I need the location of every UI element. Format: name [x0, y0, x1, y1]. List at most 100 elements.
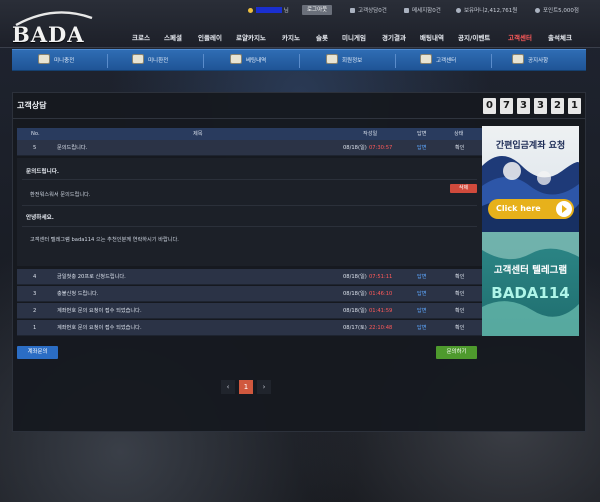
- row-date: 08/18(일): [343, 308, 367, 314]
- divider: [22, 179, 477, 180]
- answer-body: 고객센터 텔레그램 bada114 으는 추천인분께 연락하시기 바랍니다.: [30, 237, 179, 243]
- page-title: 고객상담: [17, 101, 47, 110]
- subnav-bet-history[interactable]: 베팅내역: [230, 50, 266, 72]
- row-no: 2: [33, 308, 37, 314]
- answer-title: 안녕하세요.: [26, 215, 54, 221]
- counter-digit: 3: [534, 98, 547, 114]
- inquiry-link[interactable]: 고객상담0건: [350, 6, 387, 14]
- telegram-banner[interactable]: 고객센터 텔레그램 BADA114: [482, 232, 579, 336]
- col-no: No.: [31, 131, 40, 137]
- row-time: 07:51:11: [369, 274, 393, 280]
- deposit-account-banner[interactable]: 간편입금계좌 요청 Click here: [482, 126, 579, 232]
- row-reply: 답변: [417, 145, 427, 151]
- row-subject[interactable]: 문의드립니다.: [57, 140, 87, 156]
- col-date: 작성일: [363, 131, 378, 137]
- col-reply: 답변: [417, 131, 427, 137]
- prev-page-button[interactable]: ‹: [221, 380, 235, 394]
- delete-button[interactable]: 삭제: [450, 184, 477, 193]
- betslip-icon: [230, 54, 242, 64]
- support-icon: [420, 54, 432, 64]
- nav-special[interactable]: 스페셜: [164, 32, 182, 42]
- subnav-divider: [395, 54, 396, 68]
- col-status: 상태: [454, 131, 464, 137]
- nav-attendance[interactable]: 출석체크: [548, 32, 572, 42]
- nav-minigame[interactable]: 미니게임: [342, 32, 366, 42]
- message-count: 메세지함0건: [412, 8, 441, 14]
- nav-bet-history[interactable]: 배팅내역: [420, 32, 444, 42]
- subnav-label: 회원정보: [342, 58, 363, 64]
- row-time: 01:46:10: [369, 291, 393, 297]
- table-header: No. 제목 작성일 답변 상태: [17, 128, 482, 140]
- logout-button[interactable]: 로그아웃: [302, 5, 333, 15]
- row-reply: 답변: [417, 325, 427, 331]
- subnav-mini-exchange[interactable]: 미니환전: [132, 50, 168, 72]
- row-date: 08/18(일): [343, 291, 367, 297]
- nav-slot[interactable]: 슬롯: [316, 32, 328, 42]
- col-subject: 제목: [193, 131, 203, 137]
- points-display: 포인트5,000점: [535, 6, 579, 14]
- subnav-member-info[interactable]: 회원정보: [326, 50, 362, 72]
- click-here-label: Click here: [496, 204, 541, 213]
- balance-text: 보유머니2,412,761원: [464, 8, 518, 14]
- subnav-customer-center[interactable]: 고객센터: [420, 50, 456, 72]
- nav-results[interactable]: 경기결과: [382, 32, 406, 42]
- account-inquiry-button[interactable]: 계좌문의: [17, 346, 58, 359]
- subnav-mini-charge[interactable]: 미니충전: [38, 50, 74, 72]
- page-number[interactable]: 1: [239, 380, 253, 394]
- row-reply: 답변: [417, 308, 427, 314]
- sub-nav: 미니충전 미니환전 베팅내역 회원정보 고객센터 공지사항: [12, 49, 586, 71]
- subnav-label: 미니충전: [54, 58, 75, 64]
- row-subject[interactable]: 계좌번호 문의 요청이 접수 되었습니다.: [57, 320, 142, 336]
- message-link[interactable]: 메세지함0건: [404, 6, 441, 14]
- counter-digit: 3: [517, 98, 530, 114]
- nav-casino[interactable]: 카지노: [282, 32, 300, 42]
- row-no: 3: [33, 291, 37, 297]
- table-row[interactable]: 1 계좌번호 문의 요청이 접수 되었습니다. 08/17(토) 22:10:4…: [17, 320, 482, 336]
- mail-icon: [404, 8, 409, 13]
- row-date: 08/17(토): [343, 325, 367, 331]
- nav-royal-casino[interactable]: 로얄카지노: [236, 32, 266, 42]
- top-header: BADA 님 로그아웃 고객상담0건 메세지함0건 보유머니2,412,761원…: [0, 0, 600, 48]
- row-subject[interactable]: 계좌번호 문의 요청이 접수 되었습니다.: [57, 303, 142, 319]
- divider: [22, 226, 477, 227]
- panel-header: 고객상담 0 7 3 3 2 1: [13, 93, 585, 119]
- points-icon: [535, 8, 540, 13]
- balance-display: 보유머니2,412,761원: [456, 6, 517, 14]
- row-status: 확인: [455, 325, 465, 331]
- row-status: 확인: [455, 291, 465, 297]
- row-reply: 답변: [417, 274, 427, 280]
- counter-digit: 1: [568, 98, 581, 114]
- wallet-icon: [456, 8, 461, 13]
- table-row[interactable]: 4 금일첫충 20프로 신청드립니다. 08/18(일) 07:51:11 답변…: [17, 269, 482, 285]
- row-status: 확인: [455, 274, 465, 280]
- table-row-open[interactable]: 5 문의드립니다. 08/18(일) 07:30:57 답변 확인: [17, 140, 482, 156]
- banner-line1: 고객센터 텔레그램: [493, 265, 568, 276]
- table-row[interactable]: 2 계좌번호 문의 요청이 접수 되었습니다. 08/18(일) 01:41:5…: [17, 303, 482, 319]
- status-bar: 님 로그아웃 고객상담0건 메세지함0건 보유머니2,412,761원 포인트5…: [0, 4, 600, 16]
- subnav-label: 베팅내역: [246, 58, 267, 64]
- table-row[interactable]: 3 충불신청 드립니다. 08/18(일) 01:46:10 답변 확인: [17, 286, 482, 302]
- row-time: 22:10:48: [369, 325, 393, 331]
- row-subject[interactable]: 충불신청 드립니다.: [57, 286, 98, 302]
- next-page-button[interactable]: ›: [257, 380, 271, 394]
- nav-inplay[interactable]: 인플레이: [198, 32, 222, 42]
- click-here-button[interactable]: Click here: [488, 199, 574, 219]
- subnav-divider: [299, 54, 300, 68]
- nav-notice-event[interactable]: 공지/이벤트: [458, 32, 490, 42]
- write-inquiry-button[interactable]: 문의하기: [436, 346, 477, 359]
- subnav-label: 미니환전: [148, 58, 169, 64]
- exchange-icon: [132, 54, 144, 64]
- inquiry-count: 고객상담0건: [358, 8, 387, 14]
- nav-customer-center[interactable]: 고객센터: [508, 32, 532, 42]
- subnav-notice[interactable]: 공지사항: [512, 50, 548, 72]
- nav-cross[interactable]: 크로스: [132, 32, 150, 42]
- counter-digit: 7: [500, 98, 513, 114]
- chat-icon: [350, 8, 355, 13]
- user-name-redacted: [256, 7, 282, 13]
- user-level-icon: [248, 8, 253, 13]
- row-subject[interactable]: 금일첫충 20프로 신청드립니다.: [57, 269, 126, 285]
- divider: [22, 205, 477, 206]
- row-status: 확인: [455, 308, 465, 314]
- user-info: 님: [248, 6, 289, 14]
- subnav-divider: [107, 54, 108, 68]
